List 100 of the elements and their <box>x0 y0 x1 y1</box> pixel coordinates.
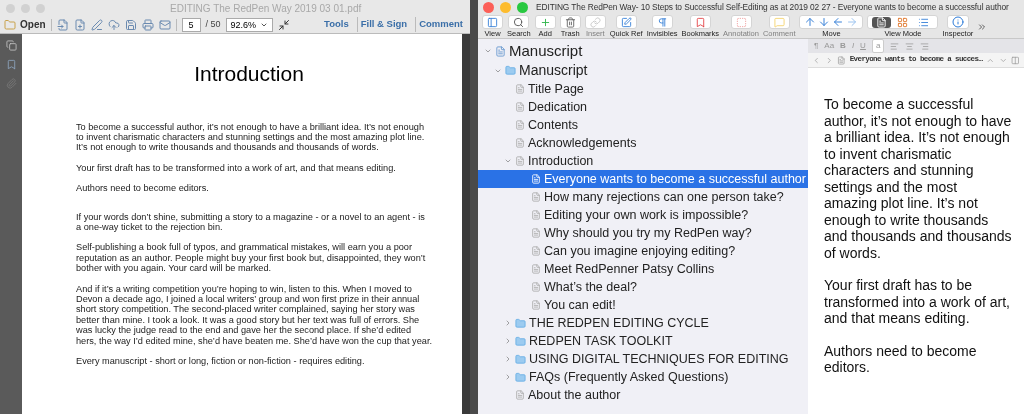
binder-item[interactable]: Everyone wants to become a successful author <box>478 170 808 188</box>
binder-label: Why should you try my RedPen way? <box>544 224 752 242</box>
disclosure-icon[interactable] <box>504 373 512 381</box>
binder-item[interactable]: What’s the deal? <box>478 278 808 296</box>
zoom-button[interactable] <box>517 2 528 13</box>
binder-item[interactable]: Title Page <box>478 80 808 98</box>
document-icon <box>515 102 525 112</box>
binder-item[interactable]: Meet RedPenner Patsy Collins <box>478 260 808 278</box>
fit-page-icon[interactable] <box>278 18 291 31</box>
document-icon <box>531 264 541 274</box>
disclosure-icon[interactable] <box>504 337 512 345</box>
disclosure-icon[interactable] <box>504 355 512 363</box>
binder-item[interactable]: Can you imagine enjoying editing? <box>478 242 808 260</box>
document-icon <box>531 246 541 256</box>
page-total: / 50 <box>205 17 221 31</box>
document-icon <box>515 120 525 130</box>
arrow-icon[interactable] <box>832 16 845 28</box>
document-icon <box>515 138 525 148</box>
paperclip-icon[interactable] <box>5 78 17 89</box>
folder-icon <box>4 18 16 31</box>
binder-item[interactable]: Editing your own work is impossible? <box>478 206 808 224</box>
toolbar-link[interactable]: Fill & Sign <box>356 17 411 32</box>
disclosure-icon[interactable] <box>484 47 492 55</box>
sidebar-icon <box>487 16 498 28</box>
file-arrow-icon[interactable] <box>56 18 69 31</box>
folder-icon <box>515 335 526 347</box>
close-button[interactable] <box>483 2 494 13</box>
split-icon[interactable] <box>1011 55 1020 65</box>
binder-label: Dedication <box>528 98 588 116</box>
cloud-upload-icon[interactable] <box>107 18 120 31</box>
page-number-field[interactable]: 5 <box>181 17 201 32</box>
folder-icon <box>515 317 526 329</box>
binder-item[interactable]: Contents <box>478 116 808 134</box>
binder-label: Contents <box>528 116 579 134</box>
arrow-icon[interactable] <box>818 16 831 28</box>
binder-label: About the author <box>528 386 621 404</box>
binder-label: You can edit! <box>544 296 616 314</box>
binder-label: FAQs (Frequently Asked Questions) <box>529 368 729 386</box>
binder-label: Meet RedPenner Patsy Collins <box>544 260 715 278</box>
disclosure-icon[interactable] <box>504 157 512 165</box>
editor-paragraph: Authors need to become editors. <box>824 342 978 376</box>
binder-item[interactable]: Manuscript <box>478 41 808 61</box>
comment-icon <box>773 16 785 28</box>
page-paragraph: To become a successful author, it’s not enough to have a brilliant idea. It’s not enough to invent charismatic characters and stunning settings and the most amazing plot line. It’s not enough to write thousands and thousands and thousands of words. <box>76 121 426 153</box>
binder-item[interactable]: REDPEN TASK TOOLKIT <box>478 332 808 350</box>
document-icon <box>531 282 541 292</box>
binder-item[interactable]: How many rejections can one person take? <box>478 188 808 206</box>
open-button[interactable]: Open <box>4 17 46 32</box>
disclosure-icon[interactable] <box>504 319 512 327</box>
document-icon <box>515 156 525 166</box>
more-icon[interactable] <box>977 21 988 32</box>
align-center-icon[interactable] <box>905 41 915 51</box>
binder-item[interactable]: About the author <box>478 386 808 404</box>
binder-item[interactable]: Manuscript <box>478 61 808 80</box>
toolbar-link[interactable]: Tools <box>321 17 352 32</box>
trash-icon <box>564 16 576 28</box>
binder-label: How many rejections can one person take? <box>544 188 784 206</box>
binder-label: REDPEN TASK TOOLKIT <box>529 332 673 350</box>
list-icon[interactable] <box>918 16 930 28</box>
binder-item[interactable]: USING DIGITAL TECHNIQUES FOR EDITING <box>478 350 808 368</box>
info-icon[interactable] <box>951 16 964 28</box>
binder-label: THE REDPEN EDITING CYCLE <box>529 314 709 332</box>
page-paragraph: Authors need to become editors. <box>76 183 210 194</box>
binder-item[interactable]: Dedication <box>478 98 808 116</box>
bookmark-icon <box>694 16 706 28</box>
binder-label: Editing your own work is impossible? <box>544 206 749 224</box>
back-icon[interactable] <box>812 55 821 65</box>
pages-icon[interactable] <box>5 40 17 51</box>
binder-item[interactable]: FAQs (Frequently Asked Questions) <box>478 368 808 386</box>
toolbar-link[interactable]: Comment <box>415 17 466 32</box>
grid-icon[interactable] <box>897 16 909 28</box>
printer-icon[interactable] <box>141 18 154 31</box>
binder-item[interactable]: You can edit! <box>478 296 808 314</box>
arrow-icon[interactable] <box>846 16 859 28</box>
document-icon <box>531 228 541 238</box>
minimize-button[interactable] <box>500 2 511 13</box>
align-left-icon[interactable] <box>890 41 900 51</box>
bookmark-icon[interactable] <box>5 59 17 70</box>
page-paragraph: If your words don’t shine, submitting a story to a magazine - or a novel to an agent - is a one-way ticket to the rejection bin. <box>76 211 426 233</box>
binder-label: Everyone wants to become a successful author <box>544 170 806 188</box>
align-right-icon[interactable] <box>920 41 930 51</box>
binder-label: Manuscript <box>519 61 588 80</box>
document-icon <box>531 300 541 310</box>
binder-item[interactable]: Acknowledgements <box>478 134 808 152</box>
save-icon[interactable] <box>124 18 137 31</box>
binder-item[interactable]: Why should you try my RedPen way? <box>478 224 808 242</box>
page-paragraph: Self-publishing a book full of typos, and grammatical mistakes, will earn you a poor reputation as an author. People might buy your first book but, disappointed, they won’t bother with you again. Your card will be marked. <box>76 242 427 274</box>
page-paragraph: Your first draft has to be transformed into a work of art, and that means editing. <box>76 162 397 174</box>
document-icon[interactable] <box>876 16 888 28</box>
binder-label: Introduction <box>528 152 594 170</box>
window-title: EDITING The RedPen Way 2019 03 01.pdf <box>170 1 362 16</box>
page-paragraph: And if it’s a writing competition you’re hoping to win, listen to this. When I moved to Devon a decade ago, I joined a local writers’ group and won first prize in their annual short story competition. The second-placed writer complained, saying her story was better than mine. I took a look. It was a good story but her text was full of errors. She was lucky the judge read to the end and gave her the second place. If she’d edited hers, the way I’d edited mine, she’d have beaten me. She’d have won the cup that year. <box>76 283 432 346</box>
binder-item[interactable]: Introduction <box>478 152 808 170</box>
binder-item[interactable]: THE REDPEN EDITING CYCLE <box>478 314 808 332</box>
document-icon <box>531 210 541 220</box>
arrow-icon[interactable] <box>804 16 817 28</box>
zoom-field[interactable]: 92.6% <box>225 17 274 32</box>
page-heading: Introduction <box>193 61 305 87</box>
mail-icon[interactable] <box>158 18 171 31</box>
editor-paragraph: Your first draft has to be transformed into a work of art, and that means editing. <box>824 277 1011 327</box>
